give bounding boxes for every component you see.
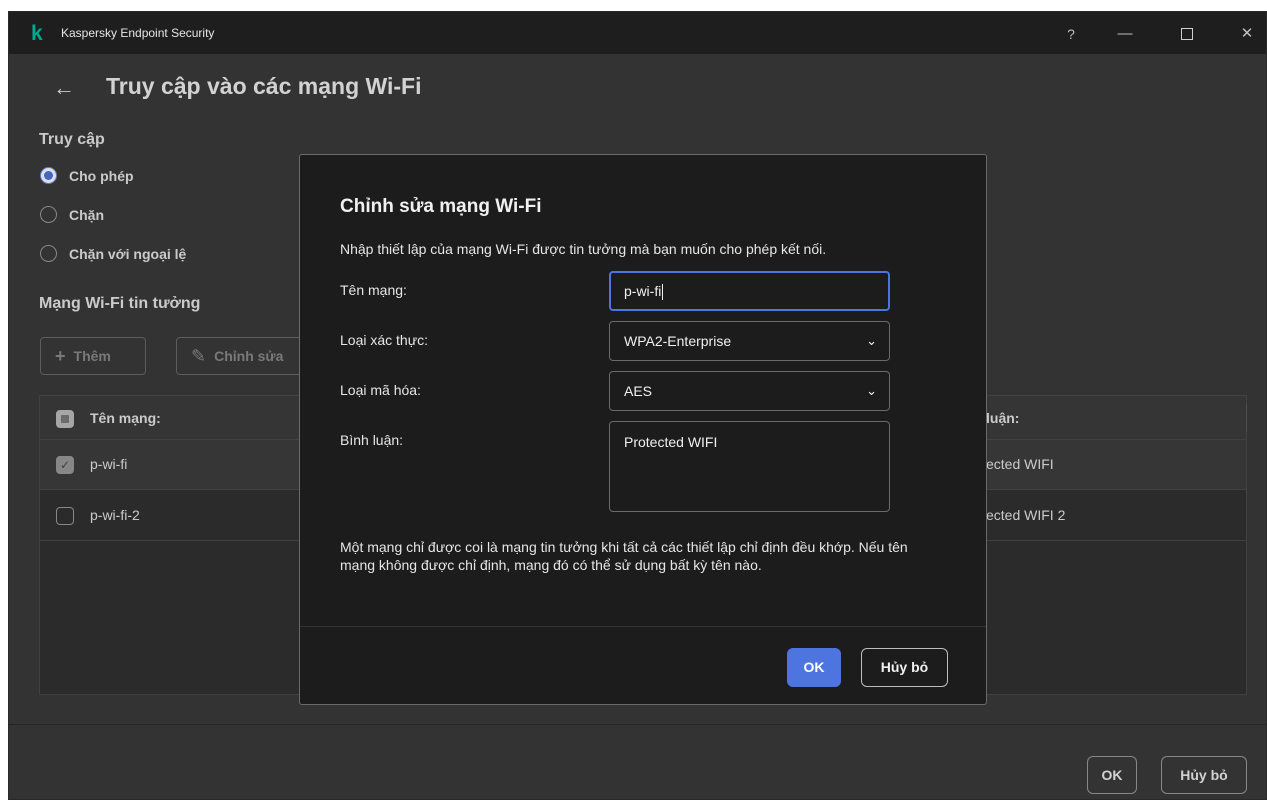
- text-caret: [662, 284, 664, 301]
- dialog-note: Một mạng chỉ được coi là mạng tin tưởng …: [340, 539, 908, 573]
- close-button[interactable]: ✕: [1235, 22, 1259, 46]
- title-bar: k Kaspersky Endpoint Security ? — ✕: [9, 12, 1266, 54]
- auth-type-select[interactable]: WPA2-Enterprise ⌄: [609, 321, 890, 361]
- dialog-cancel-button[interactable]: Hủy bỏ: [861, 648, 948, 687]
- dialog-title: Chỉnh sửa mạng Wi-Fi: [340, 196, 542, 217]
- encryption-type-select[interactable]: AES ⌄: [609, 371, 890, 411]
- edit-wifi-dialog: Chỉnh sửa mạng Wi-Fi Nhập thiết lập của …: [299, 154, 987, 705]
- dialog-divider: [300, 626, 986, 627]
- comment-textarea[interactable]: Protected WIFI: [609, 421, 890, 512]
- maximize-icon: [1181, 28, 1193, 40]
- dialog-ok-button[interactable]: OK: [787, 648, 841, 687]
- chevron-down-icon: ⌄: [866, 333, 877, 348]
- app-title: Kaspersky Endpoint Security: [61, 26, 215, 40]
- network-name-input[interactable]: p-wi-fi: [609, 271, 890, 311]
- encryption-type-label: Loại mã hóa:: [340, 382, 421, 398]
- encryption-type-value: AES: [624, 383, 653, 399]
- dialog-intro: Nhập thiết lập của mạng Wi-Fi được tin t…: [340, 241, 827, 257]
- network-name-label: Tên mạng:: [340, 282, 407, 298]
- auth-type-label: Loại xác thực:: [340, 332, 428, 348]
- minimize-button[interactable]: —: [1113, 22, 1137, 46]
- help-icon[interactable]: ?: [1059, 22, 1083, 46]
- chevron-down-icon: ⌄: [866, 383, 877, 398]
- network-name-value: p-wi-fi: [624, 283, 662, 299]
- maximize-button[interactable]: [1175, 22, 1199, 46]
- auth-type-value: WPA2-Enterprise: [624, 333, 732, 349]
- comment-label: Bình luận:: [340, 432, 404, 448]
- kaspersky-logo-icon: k: [31, 22, 43, 45]
